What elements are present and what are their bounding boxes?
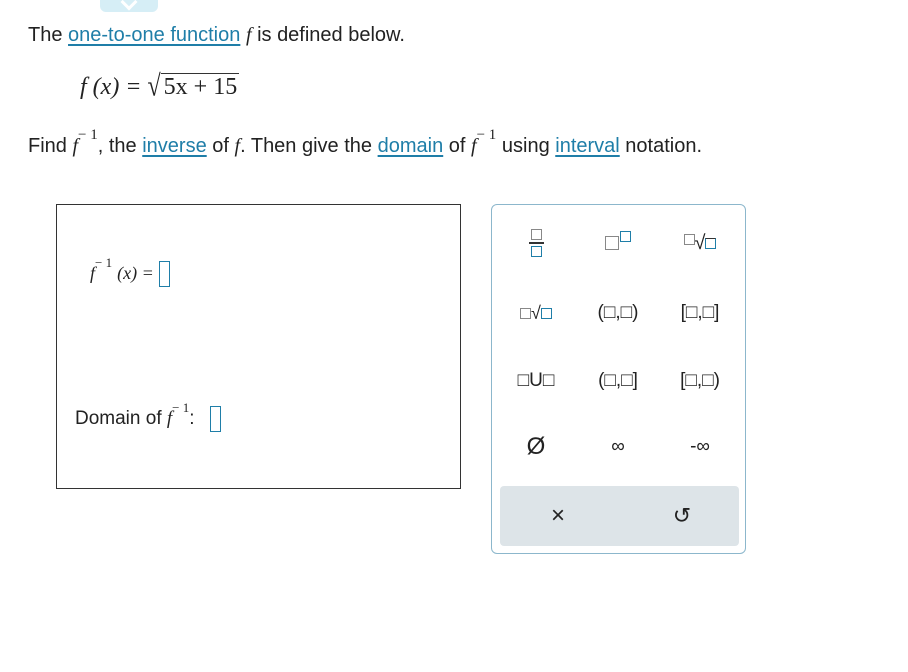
clear-button[interactable]: ×	[522, 496, 594, 536]
nth-root-button[interactable]: √	[664, 223, 736, 263]
fraction-button[interactable]	[500, 223, 572, 263]
definition-radicand: 5x + 15	[160, 73, 240, 100]
math-palette: √ √ (□,□) [□,□] □U□ (□,□] [□,□) Ø ∞ -∞ ×…	[491, 204, 746, 554]
nth-root-icon: √	[683, 232, 717, 255]
mixed-radical-button[interactable]: √	[500, 293, 572, 333]
inverse-answer-row: f− 1 (x) =	[90, 255, 170, 287]
definition-lhs: f (x) =	[80, 74, 142, 100]
union-button[interactable]: □U□	[500, 361, 572, 401]
union-label: □U□	[517, 370, 555, 391]
closed-interval-label: [□,□]	[680, 302, 720, 323]
inverse-superscript: − 1	[95, 254, 113, 270]
problem-intro: The one-to-one function f is defined bel…	[28, 24, 405, 47]
using-text: using	[501, 135, 550, 157]
negative-infinity-label: -∞	[690, 436, 710, 457]
closed-interval-button[interactable]: [□,□]	[664, 293, 736, 333]
superscript-button[interactable]	[582, 223, 654, 263]
chevron-down-icon	[120, 0, 138, 11]
inverse-lhs: (x) =	[117, 262, 154, 283]
infinity-button[interactable]: ∞	[582, 427, 654, 467]
inverse-answer-input[interactable]	[158, 261, 170, 287]
radical-icon: √	[147, 70, 161, 104]
collapse-tab[interactable]	[100, 0, 158, 12]
domain-label: Domain of	[75, 408, 162, 430]
close-icon: ×	[550, 502, 565, 529]
f-symbol: f	[471, 135, 477, 157]
undo-icon: ↺	[672, 503, 692, 528]
intro-text-end: is defined below.	[257, 24, 405, 46]
open-interval-label: (□,□)	[597, 302, 639, 323]
of-text: of	[212, 135, 229, 157]
left-open-interval-button[interactable]: (□,□]	[582, 361, 654, 401]
then-give-text: . Then give the	[240, 135, 373, 157]
inverse-superscript: − 1	[78, 127, 98, 143]
find-text: Find	[28, 135, 67, 157]
palette-footer: × ↺	[500, 486, 739, 546]
infinity-label: ∞	[611, 436, 625, 457]
undo-button[interactable]: ↺	[646, 496, 718, 536]
open-interval-button[interactable]: (□,□)	[582, 293, 654, 333]
superscript-icon	[605, 231, 631, 250]
function-definition: f (x) = √ 5x + 15	[80, 71, 240, 103]
empty-set-button[interactable]: Ø	[500, 427, 572, 467]
domain-link[interactable]: domain	[378, 135, 444, 157]
domain-answer-input[interactable]	[210, 406, 222, 432]
interval-link[interactable]: interval	[555, 135, 619, 157]
intro-text: The	[28, 24, 63, 46]
one-to-one-function-link[interactable]: one-to-one function	[68, 24, 240, 46]
mixed-radical-icon: √	[520, 303, 552, 324]
fraction-icon	[528, 229, 544, 257]
empty-set-label: Ø	[526, 433, 546, 460]
left-open-interval-label: (□,□]	[598, 370, 638, 391]
f-symbol: f	[245, 24, 252, 46]
problem-instruction: Find f− 1, the inverse of f. Then give t…	[28, 127, 703, 158]
negative-infinity-button[interactable]: -∞	[664, 427, 736, 467]
right-open-interval-button[interactable]: [□,□)	[664, 361, 736, 401]
the-text: , the	[97, 135, 137, 157]
notation-text: notation.	[625, 135, 703, 157]
of-text-2: of	[448, 135, 466, 157]
answer-area: f− 1 (x) = Domain of f− 1:	[56, 204, 461, 489]
colon: :	[189, 408, 195, 430]
domain-answer-row: Domain of f− 1:	[75, 400, 222, 432]
right-open-interval-label: [□,□)	[680, 370, 720, 391]
inverse-superscript: − 1	[172, 400, 190, 416]
inverse-link[interactable]: inverse	[142, 135, 206, 157]
inverse-superscript: − 1	[476, 127, 497, 143]
